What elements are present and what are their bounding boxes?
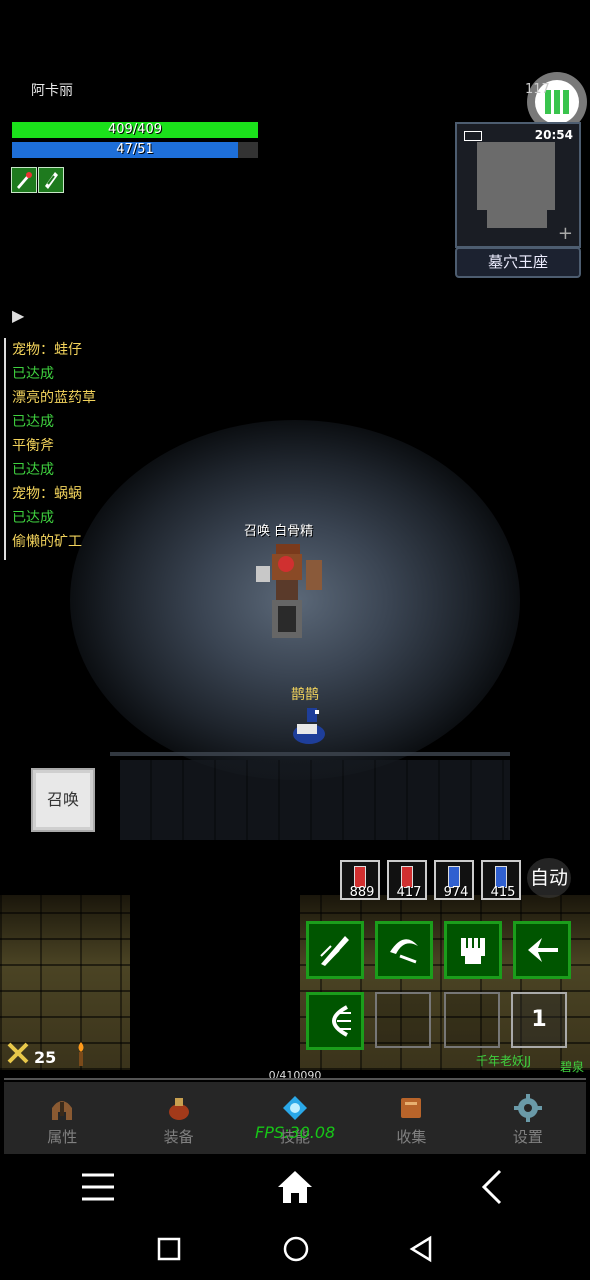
menu-attributes[interactable]: 属性	[4, 1082, 120, 1154]
doorway-shadow	[130, 895, 300, 1070]
torch-icon	[76, 1042, 86, 1066]
potion-slot[interactable]: 417	[387, 860, 427, 900]
auto-button[interactable]: 自动	[527, 858, 571, 898]
nearby-player-name[interactable]: 千年老妖JJ	[476, 1052, 531, 1069]
quest-item: 宠物：蜗蜗 已达成	[12, 486, 82, 526]
clock: 20:54	[534, 128, 573, 142]
skill-page-counter[interactable]: 1	[511, 992, 567, 1048]
minimap-expand-icon[interactable]: +	[558, 223, 573, 244]
menu-skills[interactable]: 技能	[237, 1082, 353, 1154]
bag-icon	[168, 1098, 189, 1120]
back-triangle-icon[interactable]	[408, 1235, 434, 1263]
recent-apps-icon[interactable]	[157, 1237, 181, 1261]
quest-toggle-icon[interactable]: ▶	[12, 306, 24, 325]
menu-collection[interactable]: 收集	[353, 1082, 469, 1154]
potion-slot[interactable]: 889	[340, 860, 380, 900]
buff-icon[interactable]	[11, 167, 37, 193]
helmet-icon	[52, 1101, 73, 1120]
pet-name: 鹊鹊	[291, 687, 319, 703]
exp-bar	[4, 1078, 586, 1080]
corner-number: 117	[525, 82, 550, 97]
quest-item: 宠物：蛙仔 已达成	[12, 342, 82, 382]
slash-skill-icon[interactable]	[306, 921, 364, 979]
wave-skill-icon[interactable]	[306, 992, 364, 1050]
home-icon[interactable]	[276, 1169, 314, 1205]
empty-skill-slot[interactable]	[375, 992, 431, 1048]
summon-button[interactable]: 召唤	[31, 768, 95, 832]
arrow-skill-icon[interactable]	[513, 921, 571, 979]
fps-counter: FPS:30.08	[255, 1123, 336, 1142]
game-menu-bar: 属性 装备 技能 收集 设置	[4, 1082, 586, 1154]
battery-icon	[464, 131, 482, 141]
menu-icon[interactable]	[80, 1172, 116, 1202]
pet-character[interactable]	[289, 704, 329, 746]
minimap[interactable]: 20:54 +	[455, 122, 581, 248]
potion-slot[interactable]: 974	[434, 860, 474, 900]
gear-icon	[513, 1094, 542, 1122]
buff-icon[interactable]	[38, 167, 64, 193]
quest-item: 平衡斧 已达成	[12, 438, 54, 478]
book-icon	[401, 1098, 422, 1118]
quest-item: 漂亮的蓝药草 已达成	[12, 390, 96, 430]
hp-text: 409/409	[107, 122, 162, 137]
mp-bar: 47/51	[12, 142, 258, 158]
gem-icon	[283, 1096, 308, 1120]
crossed-swords-icon	[7, 1042, 29, 1064]
dungeon-wall	[120, 760, 510, 840]
empty-skill-slot[interactable]	[444, 992, 500, 1048]
quest-item: 偷懒的矿工	[12, 534, 82, 550]
system-nav	[0, 1155, 590, 1280]
hp-bar: 409/409	[12, 122, 258, 138]
exp-text: 0/410090	[268, 1069, 322, 1082]
player-level: 25	[34, 1048, 57, 1067]
map-name: 墓穴王座	[455, 247, 581, 278]
back-icon[interactable]	[480, 1169, 504, 1205]
player-title: 召唤 白骨精	[244, 524, 314, 539]
crescent-skill-icon[interactable]	[375, 921, 433, 979]
fist-skill-icon[interactable]	[444, 921, 502, 979]
menu-settings[interactable]: 设置	[470, 1082, 586, 1154]
player-name: 阿卡丽	[31, 83, 73, 99]
menu-equipment[interactable]: 装备	[120, 1082, 236, 1154]
player-character[interactable]	[250, 540, 326, 640]
quest-log[interactable]: 宠物：蛙仔 已达成 漂亮的蓝药草 已达成 平衡斧 已达成 宠物：蜗蜗 已达成 偷懒的矿工	[4, 338, 202, 560]
potion-slot[interactable]: 415	[481, 860, 521, 900]
floor-edge	[110, 752, 510, 756]
home-circle-icon[interactable]	[282, 1235, 310, 1263]
mp-text: 47/51	[116, 142, 154, 157]
